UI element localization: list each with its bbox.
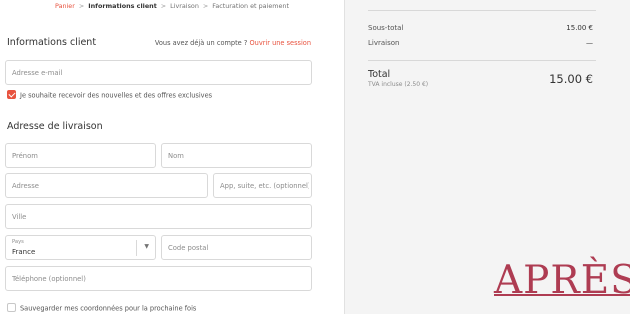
contact-title: Informations client [7, 37, 97, 48]
watermark-underline [494, 294, 630, 296]
save-info-option[interactable]: Sauvegarder mes coordonnées pour la proc… [7, 303, 197, 313]
total-label: Total [368, 69, 391, 80]
country-label: Pays [12, 239, 24, 245]
postal-code-placeholder: Code postal [168, 244, 209, 252]
chevron-right-icon: > [202, 2, 209, 10]
shipping-title: Adresse de livraison [7, 121, 103, 132]
email-placeholder: Adresse e-mail [12, 69, 63, 77]
chevron-right-icon: > [78, 2, 85, 10]
tax-note: TVA incluse (2.50 €) [368, 81, 429, 88]
login-prompt: Vous avez déjà un compte ? Ouvrir une se… [155, 39, 311, 47]
watermark-text: APRÈS [494, 258, 630, 303]
breadcrumb-info: Informations client [88, 2, 157, 10]
breadcrumb-cart[interactable]: Panier [55, 2, 75, 10]
newsletter-label: Je souhaite recevoir des nouvelles et de… [20, 91, 213, 100]
chevron-down-icon: ▼ [144, 243, 149, 250]
after-watermark: APRÈS [494, 258, 630, 303]
city-field[interactable]: Ville [5, 204, 312, 229]
phone-placeholder: Téléphone (optionnel) [12, 275, 86, 283]
checkout-form: Panier > Informations client > Livraison > Fac… [0, 0, 344, 314]
apartment-placeholder: App, suite, etc. (optionnel) [220, 182, 309, 190]
address-placeholder: Adresse [12, 182, 39, 190]
save-info-checkbox[interactable] [7, 303, 16, 312]
total-value: 15.00 € [549, 72, 593, 86]
last-name-field[interactable]: Nom [161, 143, 312, 168]
chevron-right-icon: > [160, 2, 167, 10]
summary-divider-top [368, 10, 596, 11]
phone-field[interactable]: Téléphone (optionnel) [5, 266, 312, 291]
subtotal-label: Sous-total [368, 24, 404, 32]
subtotal-value: 15.00 € [566, 24, 593, 32]
first-name-placeholder: Prénom [12, 152, 38, 160]
login-prompt-text: Vous avez déjà un compte ? [154, 39, 248, 47]
login-link[interactable]: Ouvrir une session [249, 39, 311, 47]
postal-code-field[interactable]: Code postal [161, 235, 312, 260]
breadcrumb-payment: Facturation et paiement [212, 2, 289, 10]
address-field[interactable]: Adresse [5, 173, 208, 198]
email-field[interactable]: Adresse e-mail [5, 60, 312, 85]
breadcrumb-shipping: Livraison [170, 2, 199, 10]
newsletter-option[interactable]: Je souhaite recevoir des nouvelles et de… [7, 90, 213, 100]
country-select[interactable]: Pays France ▼ [5, 235, 156, 260]
summary-divider-total [368, 60, 596, 61]
select-divider [136, 240, 137, 256]
newsletter-checkbox[interactable] [7, 90, 16, 99]
apartment-field[interactable]: App, suite, etc. (optionnel) [213, 173, 312, 198]
country-value: France [12, 248, 36, 256]
save-info-label: Sauvegarder mes coordonnées pour la proc… [20, 304, 197, 313]
last-name-placeholder: Nom [168, 152, 184, 160]
first-name-field[interactable]: Prénom [5, 143, 156, 168]
breadcrumb: Panier > Informations client > Livraison > Fac… [0, 2, 344, 10]
shipping-cost-value: — [586, 39, 593, 47]
city-placeholder: Ville [12, 213, 27, 221]
shipping-cost-label: Livraison [368, 39, 400, 47]
